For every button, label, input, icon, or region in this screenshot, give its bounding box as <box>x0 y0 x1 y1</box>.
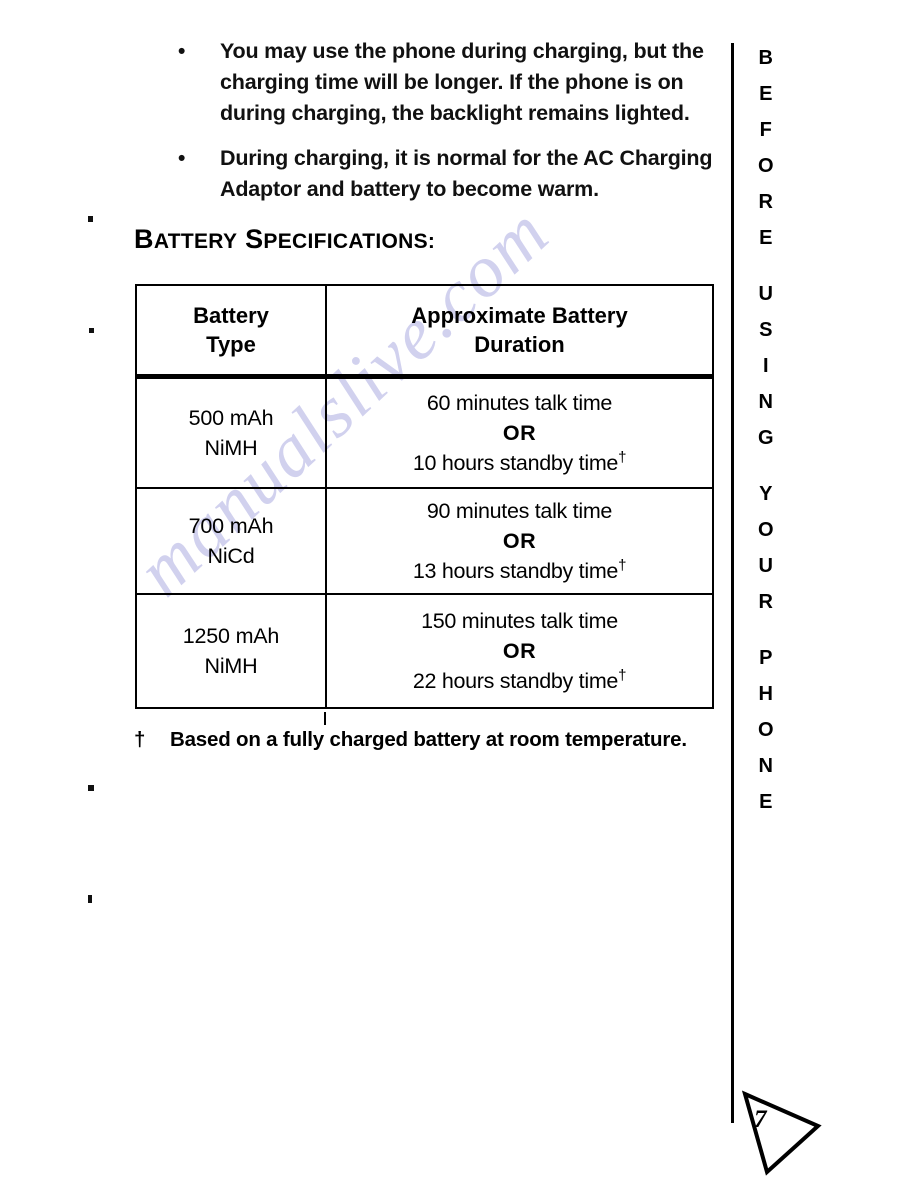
standby-time-text: 13 hours standby time <box>412 559 619 583</box>
page-tab-triangle-icon <box>741 1090 822 1176</box>
column-header-battery-duration: Approximate Battery Duration <box>325 284 714 379</box>
page-content: • You may use the phone during charging,… <box>0 0 730 1188</box>
talk-time: 60 minutes talk time <box>426 391 613 415</box>
footnote: † Based on a fully charged battery at roo… <box>134 728 724 752</box>
cell-battery-type: 1250 mAh NiMH <box>135 593 327 709</box>
table-row: 700 mAh NiCd 90 minutes talk time OR 13 … <box>135 487 714 595</box>
footnote-text: Based on a fully charged battery at room… <box>170 728 687 751</box>
page-number: 7 <box>754 1106 767 1133</box>
document-page: manualslive.com • You may use the phone … <box>0 0 918 1188</box>
column-header-line2: Type <box>206 332 256 357</box>
battery-chemistry: NiMH <box>204 654 258 678</box>
section-heading: BATTERY SPECIFICATIONS: <box>134 224 435 255</box>
cell-battery-duration: 150 minutes talk time OR 22 hours standb… <box>325 593 714 709</box>
page-number-tab: 7 <box>726 1080 836 1188</box>
footnote-marker: † <box>618 448 627 466</box>
side-tab-letter: O <box>757 719 775 741</box>
bullet-icon: • <box>178 40 186 63</box>
side-tab-letter: S <box>759 319 773 341</box>
side-tab-word-before: BEFORE <box>744 40 788 256</box>
footnote-marker: † <box>618 556 627 574</box>
heading-initial-specifications: S <box>245 224 264 254</box>
footnote-marker: † <box>134 728 146 751</box>
heading-rest-battery: ATTERY <box>153 230 238 253</box>
heading-initial-battery: B <box>134 224 154 254</box>
column-header-line2: Duration <box>474 332 565 357</box>
or-separator: OR <box>502 639 537 663</box>
side-tab-letter: E <box>759 83 773 105</box>
side-tab-letter: U <box>758 283 774 305</box>
table-row: 1250 mAh NiMH 150 minutes talk time OR 2… <box>135 593 714 709</box>
side-tab-letter: F <box>759 119 773 141</box>
side-tab-letter: H <box>758 683 774 705</box>
standby-time: 10 hours standby time† <box>327 448 712 478</box>
side-tab-word-using: USING <box>744 276 788 456</box>
side-tab-letter: E <box>759 227 773 249</box>
battery-specifications-table: Battery Type Approximate Battery Duratio… <box>135 284 714 709</box>
notes-bullet-list: • You may use the phone during charging,… <box>168 36 716 219</box>
side-tab-letter: R <box>758 191 774 213</box>
or-separator: OR <box>502 529 537 553</box>
side-tab-letter: I <box>762 355 770 377</box>
side-tab-letter: P <box>759 647 773 669</box>
side-tab-word-your: YOUR <box>744 476 788 620</box>
column-header-line1: Approximate Battery <box>411 303 628 328</box>
side-tab-word-phone: PHONE <box>744 640 788 820</box>
talk-time: 90 minutes talk time <box>426 499 613 523</box>
side-tab-letter: N <box>758 391 774 413</box>
list-item: • During charging, it is normal for the … <box>168 143 716 205</box>
cell-battery-type: 500 mAh NiMH <box>135 375 327 489</box>
list-item-text: You may use the phone during charging, b… <box>220 39 704 125</box>
column-header-line1: Battery <box>193 303 269 328</box>
standby-time: 13 hours standby time† <box>327 556 712 586</box>
side-tab-letter: B <box>758 47 774 69</box>
side-tab-spacer <box>744 256 788 276</box>
side-tab-label: BEFORE USING YOUR PHONE <box>744 40 788 820</box>
side-tab-letter: Y <box>759 483 773 505</box>
cell-battery-duration: 60 minutes talk time OR 10 hours standby… <box>325 375 714 489</box>
side-tab-letter: O <box>757 519 775 541</box>
side-tab-letter: R <box>758 591 774 613</box>
or-separator: OR <box>502 421 537 445</box>
table-row: 500 mAh NiMH 60 minutes talk time OR 10 … <box>135 375 714 489</box>
standby-time-text: 10 hours standby time <box>412 451 619 475</box>
side-tab-rule <box>731 43 734 1123</box>
side-tab-letter: E <box>759 791 773 813</box>
list-item-text: During charging, it is normal for the AC… <box>220 146 713 201</box>
side-tab-spacer <box>744 456 788 476</box>
standby-time: 22 hours standby time† <box>327 666 712 696</box>
battery-capacity: 700 mAh <box>188 514 274 538</box>
heading-rest-specifications: PECIFICATIONS: <box>263 230 436 253</box>
side-tab-letter: O <box>757 155 775 177</box>
side-tab-letter: N <box>758 755 774 777</box>
battery-chemistry: NiMH <box>204 436 258 460</box>
scan-artifact-divider <box>324 712 326 725</box>
side-tab-letter: G <box>757 427 775 449</box>
table-header-row: Battery Type Approximate Battery Duratio… <box>135 284 714 379</box>
list-item: • You may use the phone during charging,… <box>168 36 716 129</box>
side-tab-spacer <box>744 620 788 640</box>
battery-chemistry: NiCd <box>207 544 255 568</box>
footnote-marker: † <box>618 666 627 684</box>
battery-capacity: 1250 mAh <box>182 624 280 648</box>
talk-time: 150 minutes talk time <box>421 609 618 633</box>
side-tab-letter: U <box>758 555 774 577</box>
cell-battery-duration: 90 minutes talk time OR 13 hours standby… <box>325 487 714 595</box>
column-header-battery-type: Battery Type <box>135 284 327 379</box>
battery-capacity: 500 mAh <box>188 406 274 430</box>
bullet-icon: • <box>178 147 186 170</box>
standby-time-text: 22 hours standby time <box>412 669 619 693</box>
cell-battery-type: 700 mAh NiCd <box>135 487 327 595</box>
